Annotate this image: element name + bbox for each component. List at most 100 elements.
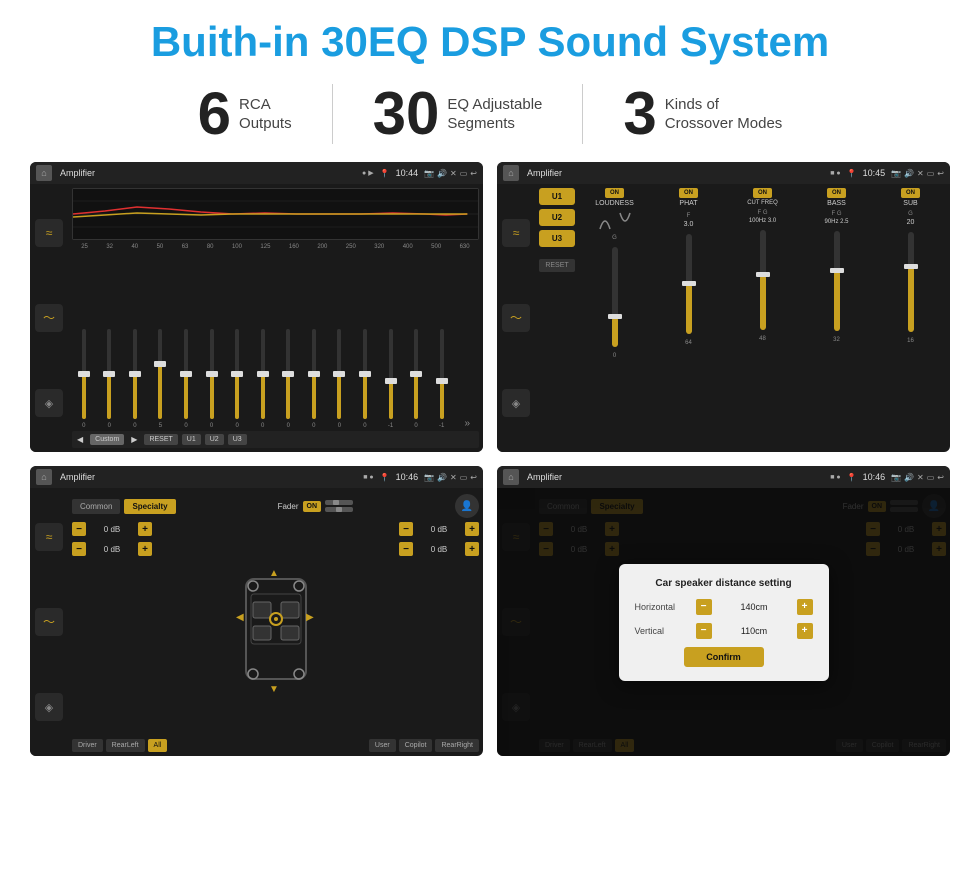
eq-next-btn[interactable]: ▶ <box>128 434 140 445</box>
eq-u1-btn[interactable]: U1 <box>182 434 201 445</box>
eq-slider-1[interactable]: 0 <box>98 329 122 429</box>
db-minus-rl[interactable]: − <box>72 542 86 556</box>
spk-filter-btn[interactable]: ≈ <box>35 523 63 551</box>
loudness-slider[interactable] <box>612 247 618 347</box>
db-plus-fl[interactable]: + <box>138 522 152 536</box>
status-title-1: Amplifier <box>60 168 358 178</box>
phat-slider[interactable] <box>686 234 692 334</box>
db-plus-rl[interactable]: + <box>138 542 152 556</box>
phat-on-btn[interactable]: ON <box>679 188 698 198</box>
eq-expand-btn[interactable]: » <box>455 418 479 429</box>
spk-body: − 0 dB + − 0 dB + <box>72 522 479 735</box>
dialog-horizontal-row: Horizontal − 140cm + <box>635 599 813 615</box>
cross-filter-btn[interactable]: ≈ <box>502 219 530 247</box>
preset-u2[interactable]: U2 <box>539 209 575 226</box>
eq-wave-btn[interactable]: 〜 <box>35 304 63 332</box>
eq-slider-7[interactable]: 0 <box>251 329 275 429</box>
zone-rearright-btn[interactable]: RearRight <box>435 739 479 752</box>
eq-slider-11[interactable]: 0 <box>353 329 377 429</box>
eq-slider-2[interactable]: 0 <box>123 329 147 429</box>
sub-label: SUB <box>903 200 917 207</box>
db-minus-fr[interactable]: − <box>399 522 413 536</box>
channel-loudness: ON LOUDNESS G 0 <box>579 188 650 448</box>
eq-reset-btn[interactable]: RESET <box>144 434 177 445</box>
db-plus-fr[interactable]: + <box>465 522 479 536</box>
eq-slider-4[interactable]: 0 <box>174 329 198 429</box>
eq-filter-btn[interactable]: ≈ <box>35 219 63 247</box>
status-icons-3: 📍 10:46 📷 🔊 ✕ ▭ ↩ <box>380 472 477 482</box>
zone-driver-btn[interactable]: Driver <box>72 739 103 752</box>
horizontal-minus-btn[interactable]: − <box>696 599 712 615</box>
horizontal-stepper: − 140cm + <box>696 599 813 615</box>
home-icon-2[interactable]: ⌂ <box>503 165 519 181</box>
eq-custom-btn[interactable]: Custom <box>90 434 124 445</box>
sub-on-btn[interactable]: ON <box>901 188 920 198</box>
eq-slider-13[interactable]: 0 <box>404 329 428 429</box>
bass-on-btn[interactable]: ON <box>827 188 846 198</box>
eq-speaker-btn[interactable]: ◈ <box>35 389 63 417</box>
home-icon-3[interactable]: ⌂ <box>36 469 52 485</box>
status-title-2: Amplifier <box>527 168 826 178</box>
cross-speaker-btn[interactable]: ◈ <box>502 389 530 417</box>
screen-speaker-layout: ⌂ Amplifier ■ ● 📍 10:46 📷 🔊 ✕ ▭ ↩ ≈ 〜 ◈ <box>30 466 483 756</box>
spk-speaker-btn[interactable]: ◈ <box>35 693 63 721</box>
phat-label: PHAT <box>679 200 697 207</box>
eq-slider-8[interactable]: 0 <box>277 329 301 429</box>
eq-slider-12[interactable]: -1 <box>379 329 403 429</box>
eq-slider-6[interactable]: 0 <box>225 329 249 429</box>
svg-text:▶: ▶ <box>306 612 314 623</box>
status-icons-2: 📍 10:45 📷 🔊 ✕ ▭ ↩ <box>847 168 944 178</box>
zone-rearleft-btn[interactable]: RearLeft <box>106 739 145 752</box>
db-minus-rr[interactable]: − <box>399 542 413 556</box>
eq-slider-5[interactable]: 0 <box>200 329 224 429</box>
stat-crossover: 3 Kinds of Crossover Modes <box>583 84 822 144</box>
cross-main-panel: U1 U2 U3 RESET ON LOUDNESS <box>535 184 950 452</box>
screen-crossover: ⌂ Amplifier ■ ● 📍 10:45 📷 🔊 ✕ ▭ ↩ ≈ 〜 ◈ <box>497 162 950 452</box>
vertical-minus-btn[interactable]: − <box>696 623 712 639</box>
page-title: Buith-in 30EQ DSP Sound System <box>30 18 950 66</box>
loudness-on-btn[interactable]: ON <box>605 188 624 198</box>
eq-u2-btn[interactable]: U2 <box>205 434 224 445</box>
eq-slider-0[interactable]: 0 <box>72 329 96 429</box>
channel-cutfreq: ON CUT FREQ F G 100Hz 3.0 48 <box>727 188 798 448</box>
vertical-stepper: − 110cm + <box>696 623 813 639</box>
zone-user-btn[interactable]: User <box>369 739 396 752</box>
fader-on-btn[interactable]: ON <box>303 501 322 512</box>
screen-eq-sliders: ⌂ Amplifier ● ▶ 📍 10:44 📷 🔊 ✕ ▭ ↩ ≈ 〜 ◈ <box>30 162 483 452</box>
fader-label: Fader <box>278 502 299 511</box>
status-title-3: Amplifier <box>60 472 359 482</box>
db-plus-rr[interactable]: + <box>465 542 479 556</box>
eq-slider-10[interactable]: 0 <box>328 329 352 429</box>
cross-presets: U1 U2 U3 RESET <box>539 188 575 448</box>
preset-u1[interactable]: U1 <box>539 188 575 205</box>
confirm-button[interactable]: Confirm <box>684 647 764 667</box>
tab-common[interactable]: Common <box>72 499 120 514</box>
horizontal-plus-btn[interactable]: + <box>797 599 813 615</box>
eq-slider-14[interactable]: -1 <box>430 329 454 429</box>
preset-u3[interactable]: U3 <box>539 230 575 247</box>
eq-slider-3[interactable]: 5 <box>149 329 173 429</box>
vertical-plus-btn[interactable]: + <box>797 623 813 639</box>
cutfreq-slider[interactable] <box>760 230 766 330</box>
bass-slider[interactable] <box>834 231 840 331</box>
eq-u3-btn[interactable]: U3 <box>228 434 247 445</box>
spk-wave-btn[interactable]: 〜 <box>35 608 63 636</box>
db-minus-fl[interactable]: − <box>72 522 86 536</box>
cutfreq-on-btn[interactable]: ON <box>753 188 772 198</box>
dialog-vertical-row: Vertical − 110cm + <box>635 623 813 639</box>
eq-prev-btn[interactable]: ◀ <box>74 434 86 445</box>
status-bar-3: ⌂ Amplifier ■ ● 📍 10:46 📷 🔊 ✕ ▭ ↩ <box>30 466 483 488</box>
home-icon-4[interactable]: ⌂ <box>503 469 519 485</box>
zone-all-btn[interactable]: All <box>148 739 168 752</box>
tab-specialty[interactable]: Specialty <box>124 499 175 514</box>
eq-graph <box>72 188 479 240</box>
avatar-btn[interactable]: 👤 <box>455 494 479 518</box>
eq-slider-9[interactable]: 0 <box>302 329 326 429</box>
eq-main-panel: 2532 4050 6380 100125 160200 250320 4005… <box>68 184 483 452</box>
cross-reset-btn[interactable]: RESET <box>539 259 575 272</box>
screens-grid: ⌂ Amplifier ● ▶ 📍 10:44 📷 🔊 ✕ ▭ ↩ ≈ 〜 ◈ <box>30 162 950 756</box>
cross-wave-btn[interactable]: 〜 <box>502 304 530 332</box>
zone-copilot-btn[interactable]: Copilot <box>399 739 433 752</box>
home-icon-1[interactable]: ⌂ <box>36 165 52 181</box>
sub-slider[interactable] <box>908 232 914 332</box>
